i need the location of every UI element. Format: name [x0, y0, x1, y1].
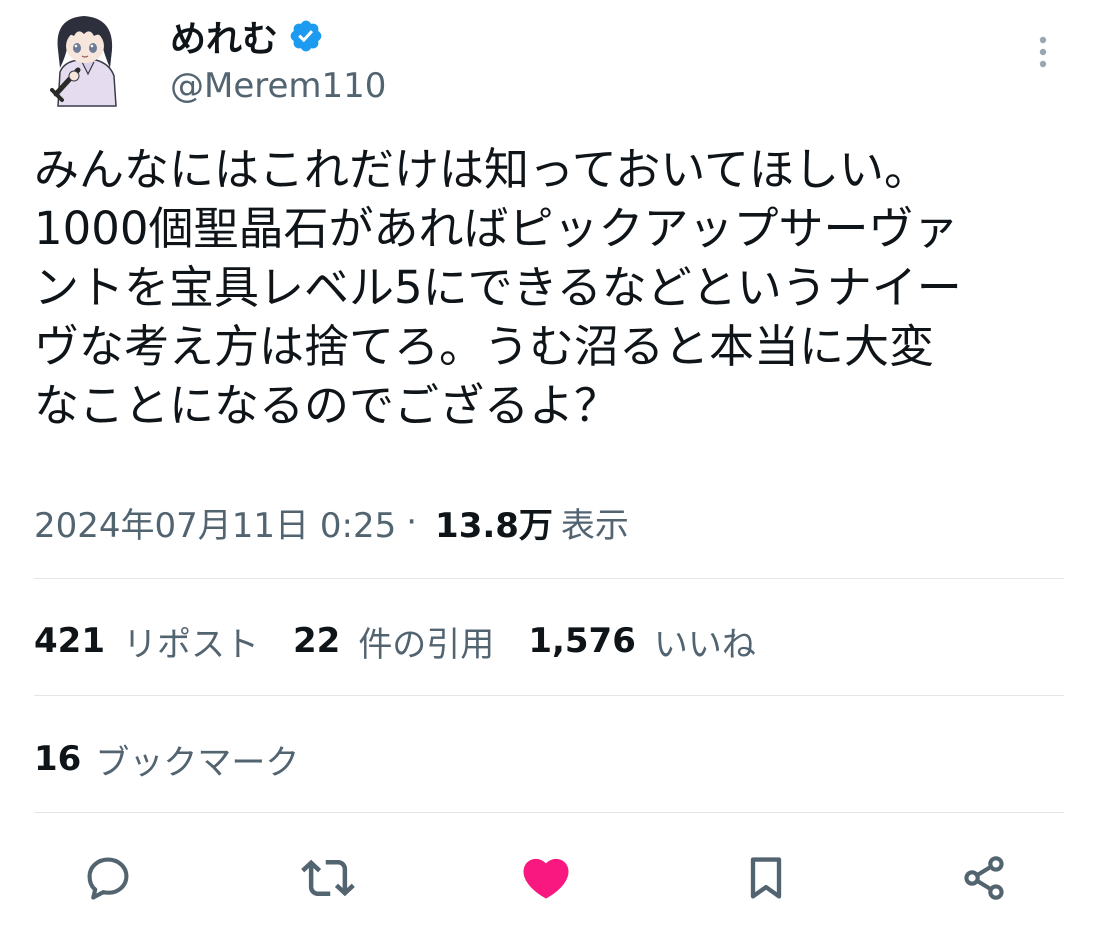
tweet-text: みんなにはこれだけは知っておいてほしい。 1000個聖晶石があればピックアップサ… — [34, 143, 962, 432]
reposts-stat[interactable]: 421 リポスト — [34, 617, 259, 666]
verified-badge-icon — [288, 18, 324, 54]
author-handle[interactable]: @Merem110 — [170, 66, 386, 106]
quotes-label: 件の引用 — [358, 624, 495, 665]
share-icon — [964, 856, 1004, 900]
divider — [34, 578, 1064, 579]
reposts-label: リポスト — [122, 624, 259, 665]
likes-label: いいね — [653, 624, 756, 665]
likes-stat[interactable]: 1,576 いいね — [528, 617, 756, 666]
author-avatar[interactable] — [44, 10, 126, 108]
divider — [34, 812, 1064, 813]
bookmark-button[interactable] — [736, 848, 796, 908]
tweet-detail: めれむ @Merem110 みんなにはこれだけは知っておいてほしい。 1000個… — [0, 0, 1096, 936]
repost-button[interactable] — [298, 848, 358, 908]
more-options-button[interactable] — [1026, 30, 1060, 74]
views-count[interactable]: 13.8万 — [435, 498, 553, 547]
avatar-illustration — [44, 10, 126, 108]
author-name-row[interactable]: めれむ — [170, 14, 324, 60]
reposts-count: 421 — [34, 621, 105, 661]
divider — [34, 695, 1064, 696]
quotes-stat[interactable]: 22 件の引用 — [293, 617, 494, 666]
author-display-name[interactable]: めれむ — [170, 10, 278, 62]
engagement-stats: 421 リポスト 22 件の引用 1,576 いいね — [34, 617, 790, 666]
bookmarks-count: 16 — [34, 739, 82, 779]
meta-separator: · — [406, 502, 418, 542]
more-vertical-icon — [1039, 36, 1047, 68]
bookmarks-label: ブックマーク — [95, 742, 300, 783]
bookmarks-stat[interactable]: 16 ブックマーク — [34, 736, 300, 783]
quotes-count: 22 — [292, 621, 341, 661]
reply-button[interactable] — [78, 848, 138, 908]
like-button[interactable] — [516, 848, 576, 908]
repost-icon — [301, 859, 355, 897]
reply-icon — [87, 857, 129, 900]
likes-count: 1,576 — [528, 621, 636, 661]
share-button[interactable] — [954, 848, 1014, 908]
action-bar — [0, 848, 1096, 908]
heart-icon — [523, 858, 569, 899]
tweet-timestamp[interactable]: 2024年07月11日 0:25 — [34, 498, 396, 547]
tweet-meta: 2024年07月11日 0:25 · 13.8万 表示 — [34, 498, 629, 547]
views-label: 表示 — [560, 505, 629, 546]
bookmark-icon — [750, 857, 782, 899]
